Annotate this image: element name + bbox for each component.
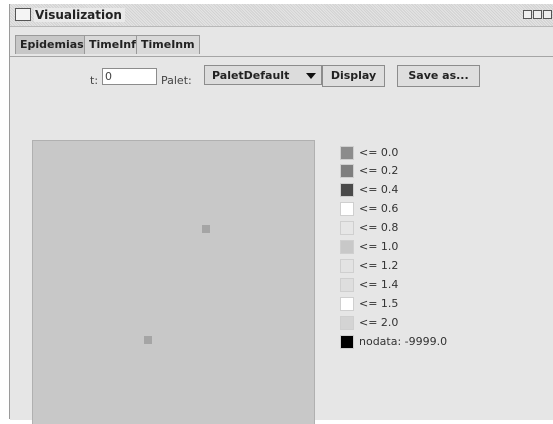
legend-swatch xyxy=(340,164,354,178)
legend-swatch xyxy=(340,183,354,197)
legend-label: <= 1.0 xyxy=(359,240,399,253)
minimize-icon[interactable] xyxy=(523,10,532,19)
legend-label: <= 0.2 xyxy=(359,164,399,177)
legend-label: <= 1.4 xyxy=(359,278,399,291)
map-canvas[interactable] xyxy=(32,140,315,424)
window-icon xyxy=(15,8,31,21)
legend-swatch xyxy=(340,297,354,311)
map-cell xyxy=(144,336,152,344)
legend-label: <= 0.0 xyxy=(359,146,399,159)
legend-swatch xyxy=(340,202,354,216)
legend-swatch xyxy=(340,240,354,254)
window-title: Visualization xyxy=(34,8,125,22)
legend-label: nodata: -9999.0 xyxy=(359,335,448,348)
chevron-down-icon xyxy=(306,73,316,79)
legend-label: <= 0.8 xyxy=(359,221,399,234)
legend-label: <= 1.5 xyxy=(359,297,399,310)
legend-swatch xyxy=(340,259,354,273)
tab-timeinf[interactable]: TimeInf xyxy=(84,35,141,54)
map-cell xyxy=(202,225,210,233)
close-icon[interactable] xyxy=(543,10,552,19)
legend-label: <= 0.4 xyxy=(359,183,399,196)
t-label: t: xyxy=(90,74,99,87)
legend-swatch xyxy=(340,335,354,349)
legend-swatch xyxy=(340,221,354,235)
t-input[interactable] xyxy=(102,68,157,85)
palet-label: Palet: xyxy=(161,74,192,87)
legend-label: <= 2.0 xyxy=(359,316,399,329)
title-bar[interactable]: Visualization xyxy=(10,4,553,27)
save-as-button[interactable]: Save as... xyxy=(397,65,480,87)
display-button[interactable]: Display xyxy=(322,65,385,87)
palet-selected-value: PaletDefault xyxy=(212,69,290,82)
tab-epidemias[interactable]: Epidemias xyxy=(15,35,89,54)
legend-label: <= 1.2 xyxy=(359,259,399,272)
palet-select[interactable]: PaletDefault xyxy=(204,65,322,85)
maximize-icon[interactable] xyxy=(533,10,542,19)
visualization-window: Visualization Epidemias TimeInf TimeInm … xyxy=(9,4,553,424)
legend-label: <= 0.6 xyxy=(359,202,399,215)
tab-timeinm[interactable]: TimeInm xyxy=(136,35,200,54)
legend-swatch xyxy=(340,278,354,292)
legend-swatch xyxy=(340,146,354,160)
legend-swatch xyxy=(340,316,354,330)
